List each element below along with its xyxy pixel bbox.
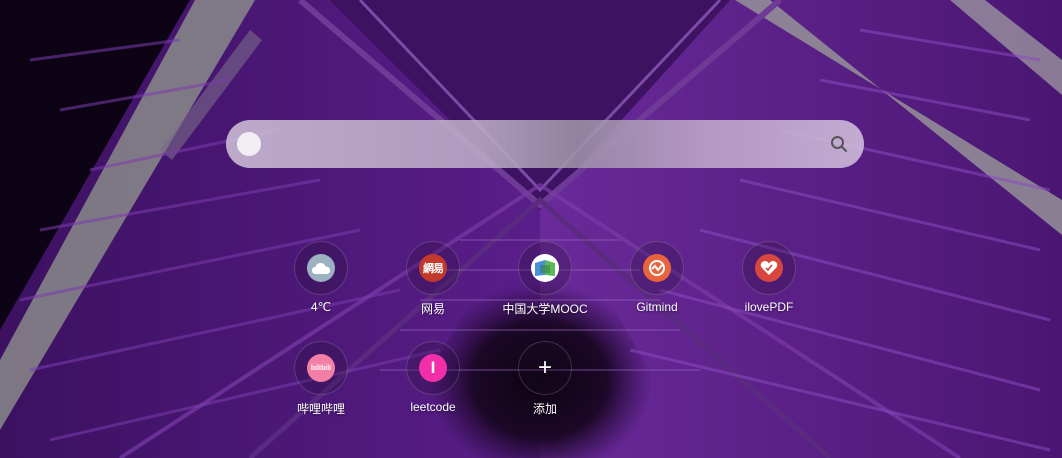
shortcut-icon-ring: + (518, 341, 572, 395)
shortcut-label: 4℃ (310, 300, 332, 314)
shortcut-label: 哔哩哔哩 (296, 402, 345, 416)
shortcut-icon-ring (294, 241, 348, 295)
ilovepdf-heart-icon (755, 254, 783, 282)
plus-icon: + (537, 354, 552, 381)
shortcut-bilibili[interactable]: bilibili 哔哩哔哩 (281, 341, 361, 425)
mooc-book-icon (531, 254, 559, 282)
shortcut-icon-ring (518, 241, 572, 295)
netease-logo-icon: 網易 (419, 254, 447, 282)
add-shortcut-button[interactable]: + 添加 (505, 341, 585, 425)
new-tab-page: 4℃ 網易 网易 中国大学MOOC Gitmind ilovePDF bilib… (0, 0, 1062, 458)
shortcut-label: ilovePDF (744, 300, 794, 314)
shortcut-mooc[interactable]: 中国大学MOOC (502, 241, 588, 325)
shortcut-icon-ring: bilibili (294, 341, 348, 395)
shortcut-gitmind[interactable]: Gitmind (617, 241, 697, 325)
shortcut-netease[interactable]: 網易 网易 (393, 241, 473, 325)
shortcut-icon-ring (742, 241, 796, 295)
shortcut-label: leetcode (410, 400, 456, 414)
weather-cloud-icon (307, 254, 335, 282)
shortcut-icon-ring: 網易 (406, 241, 460, 295)
bilibili-logo-icon: bilibili (307, 354, 335, 382)
shortcut-label: 网易 (420, 302, 445, 316)
shortcut-label: 添加 (532, 402, 557, 416)
search-icon[interactable] (830, 135, 848, 153)
search-input[interactable] (272, 128, 816, 162)
shortcut-icon-ring: I (406, 341, 460, 395)
shortcut-leetcode[interactable]: I leetcode (393, 341, 473, 425)
shortcut-icon-ring (630, 241, 684, 295)
shortcut-label: 中国大学MOOC (502, 302, 588, 316)
leetcode-logo-icon: I (419, 354, 447, 382)
shortcut-weather[interactable]: 4℃ (281, 241, 361, 325)
gitmind-logo-icon (643, 254, 671, 282)
search-engine-icon[interactable] (237, 132, 261, 156)
shortcut-ilovepdf[interactable]: ilovePDF (729, 241, 809, 325)
shortcut-label: Gitmind (636, 300, 678, 314)
search-bar[interactable] (226, 120, 864, 168)
